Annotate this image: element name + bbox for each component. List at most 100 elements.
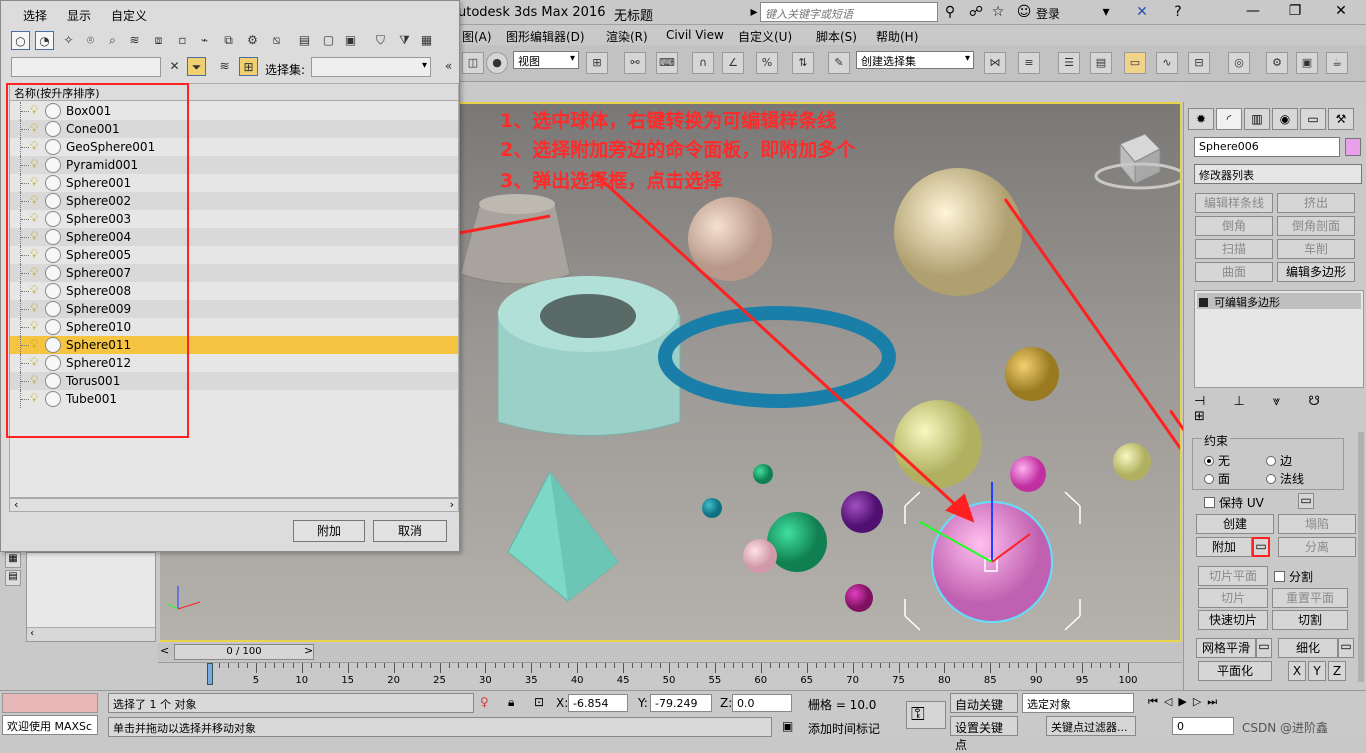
menu-item-animation[interactable]: 图(A) bbox=[462, 28, 492, 45]
sphere-icon[interactable]: ● bbox=[486, 52, 508, 74]
meshsmooth-settings-button[interactable]: ▭ bbox=[1256, 638, 1272, 658]
tab-motion[interactable]: ◉ bbox=[1272, 108, 1298, 130]
meshsmooth-button[interactable]: 网格平滑 bbox=[1196, 638, 1256, 658]
reset-plane-button[interactable]: 重置平面 bbox=[1272, 588, 1348, 608]
select-filter-icon[interactable]: ⏷ bbox=[187, 57, 206, 76]
key-filters-button[interactable]: 关键点过滤器... bbox=[1046, 716, 1136, 736]
filter-icon[interactable]: ⛉ bbox=[371, 31, 390, 50]
slice-plane-button[interactable]: 切片平面 bbox=[1198, 566, 1268, 586]
expand-icon[interactable] bbox=[1199, 298, 1208, 307]
ribbon-icon[interactable]: ▭ bbox=[1124, 52, 1146, 74]
tab-display[interactable]: ▭ bbox=[1300, 108, 1326, 130]
attach-button[interactable]: 附加 bbox=[1196, 537, 1252, 557]
collapse-panel-icon[interactable]: « bbox=[439, 57, 458, 76]
create-button[interactable]: 创建 bbox=[1196, 514, 1274, 534]
display-invert-icon[interactable]: ▣ bbox=[341, 31, 360, 50]
display-frozen-icon[interactable]: ⚙ bbox=[243, 31, 262, 50]
auto-key-button[interactable]: 自动关键点 bbox=[950, 693, 1018, 729]
left-panel-scrollbar[interactable]: ‹ bbox=[27, 627, 155, 641]
key-icon[interactable]: ⚿ bbox=[906, 701, 946, 729]
snap-icon[interactable]: ∩ bbox=[692, 52, 714, 74]
display-cameras-icon[interactable]: ⌾ bbox=[81, 31, 100, 50]
time-slider[interactable]: < 0 / 100 > bbox=[158, 643, 1182, 661]
left-tool-icon-2[interactable]: ▤ bbox=[5, 570, 21, 586]
bevel-profile-button[interactable]: 倒角剖面 bbox=[1277, 216, 1355, 236]
tab-modify[interactable]: ◜ bbox=[1216, 108, 1242, 130]
star-icon[interactable]: ☆ bbox=[990, 4, 1006, 20]
make-planar-button[interactable]: 平面化 bbox=[1198, 661, 1272, 681]
close-button[interactable]: ✕ bbox=[1326, 3, 1356, 21]
binoculars-icon[interactable]: ⚲ bbox=[942, 4, 958, 20]
stack-tools[interactable]: ⊣ ⊥ ⩔ ☋ ⊞ bbox=[1194, 394, 1366, 424]
keyboard-icon[interactable]: ⌨ bbox=[656, 52, 678, 74]
preserve-uv-checkbox[interactable]: 保持 UV bbox=[1204, 494, 1264, 511]
planar-y-button[interactable]: Y bbox=[1308, 661, 1326, 681]
edit-spline-button[interactable]: 编辑样条线 bbox=[1195, 193, 1273, 213]
user-icon[interactable]: ☺ bbox=[1016, 4, 1032, 20]
object-color-swatch[interactable] bbox=[1345, 138, 1361, 156]
render-frame-icon[interactable]: ▣ bbox=[1296, 52, 1318, 74]
surface-button[interactable]: 曲面 bbox=[1195, 262, 1273, 282]
dialog-menu-display[interactable]: 显示 bbox=[67, 7, 91, 24]
attach-dialog-button[interactable]: 附加 bbox=[293, 520, 365, 542]
render-icon[interactable]: ☕ bbox=[1326, 52, 1348, 74]
menu-item-civil-view[interactable]: Civil View bbox=[666, 28, 724, 42]
scroll-left-icon[interactable]: ‹ bbox=[14, 498, 18, 511]
display-none-icon[interactable]: ▢ bbox=[319, 31, 338, 50]
detach-button[interactable]: 分离 bbox=[1278, 537, 1356, 557]
spinner-snap-icon[interactable]: ⇅ bbox=[792, 52, 814, 74]
minimize-button[interactable]: — bbox=[1238, 3, 1268, 21]
dialog-menu-select[interactable]: 选择 bbox=[23, 7, 47, 24]
menu-item-rendering[interactable]: 渲染(R) bbox=[606, 28, 648, 45]
z-coordinate-field[interactable]: 0.0 bbox=[732, 694, 792, 712]
sweep-button[interactable]: 扫描 bbox=[1195, 239, 1273, 259]
planar-z-button[interactable]: Z bbox=[1328, 661, 1346, 681]
attach-list-button[interactable]: ▭ bbox=[1252, 537, 1270, 557]
help-icon[interactable]: ? bbox=[1170, 4, 1186, 20]
tessellate-button[interactable]: 细化 bbox=[1278, 638, 1338, 658]
bevel-button[interactable]: 倒角 bbox=[1195, 216, 1273, 236]
curve-editor-icon[interactable]: ∿ bbox=[1156, 52, 1178, 74]
pivot-icon[interactable]: ⊞ bbox=[586, 52, 608, 74]
display-helpers-icon[interactable]: ⌕ bbox=[103, 31, 122, 50]
named-selection-dropdown[interactable]: 创建选择集 bbox=[856, 51, 974, 69]
track-bar[interactable]: 0510152025303540455055606570758085909510… bbox=[158, 662, 1182, 688]
dropdown-icon[interactable]: ▾ bbox=[1098, 4, 1114, 20]
people-icon[interactable]: ☍ bbox=[968, 4, 984, 20]
time-prev-icon[interactable]: < bbox=[160, 644, 169, 657]
display-lights-icon[interactable]: ✧ bbox=[59, 31, 78, 50]
render-setup-icon[interactable]: ⚙ bbox=[1266, 52, 1288, 74]
time-next-icon[interactable]: > bbox=[304, 644, 313, 657]
tab-create[interactable]: ✹ bbox=[1188, 108, 1214, 130]
tab-hierarchy[interactable]: ▥ bbox=[1244, 108, 1270, 130]
dialog-menu-customize[interactable]: 自定义 bbox=[111, 7, 147, 24]
menu-item-scripting[interactable]: 脚本(S) bbox=[816, 28, 857, 45]
material-editor-icon[interactable]: ◎ bbox=[1228, 52, 1250, 74]
menu-item-customize[interactable]: 自定义(U) bbox=[738, 28, 792, 45]
schematic-view-icon[interactable]: ⊟ bbox=[1188, 52, 1210, 74]
playback-controls[interactable]: ⏮◁▶▷⏭ bbox=[1148, 695, 1223, 709]
add-time-tag[interactable]: 添加时间标记 bbox=[808, 720, 880, 737]
edit-poly-button[interactable]: 编辑多边形 bbox=[1277, 262, 1355, 282]
welcome-field[interactable]: 欢迎使用 MAXSc bbox=[2, 715, 98, 735]
layer-manager-icon[interactable]: ☰ bbox=[1058, 52, 1080, 74]
stack-item[interactable]: 可编辑多边形 bbox=[1197, 293, 1361, 309]
slice-button[interactable]: 切片 bbox=[1198, 588, 1268, 608]
find-input[interactable] bbox=[11, 57, 161, 77]
constraint-face[interactable]: 面 bbox=[1204, 470, 1230, 487]
column-options-icon[interactable]: ▦ bbox=[417, 31, 436, 50]
display-shapes-icon[interactable]: ◔ bbox=[35, 31, 54, 50]
cut-button[interactable]: 切割 bbox=[1272, 610, 1348, 630]
scroll-right-icon[interactable]: › bbox=[450, 498, 454, 511]
current-frame-field[interactable]: 0 bbox=[1172, 717, 1234, 735]
reference-coordinate-dropdown[interactable]: 视图 bbox=[513, 51, 579, 69]
preserve-uv-settings-button[interactable]: ▭ bbox=[1298, 493, 1314, 509]
display-spacewarps-icon[interactable]: ≋ bbox=[125, 31, 144, 50]
x-coordinate-field[interactable]: -6.854 bbox=[568, 694, 628, 712]
time-slider-thumb[interactable]: 0 / 100 bbox=[174, 644, 314, 660]
link-icon[interactable]: ⚯ bbox=[624, 52, 646, 74]
selection-set-dropdown[interactable]: ▾ bbox=[311, 57, 431, 77]
quickslice-button[interactable]: 快速切片 bbox=[1198, 610, 1268, 630]
left-tool-icon[interactable]: ▦ bbox=[5, 552, 21, 568]
layers-icon[interactable]: ≋ bbox=[215, 57, 234, 76]
